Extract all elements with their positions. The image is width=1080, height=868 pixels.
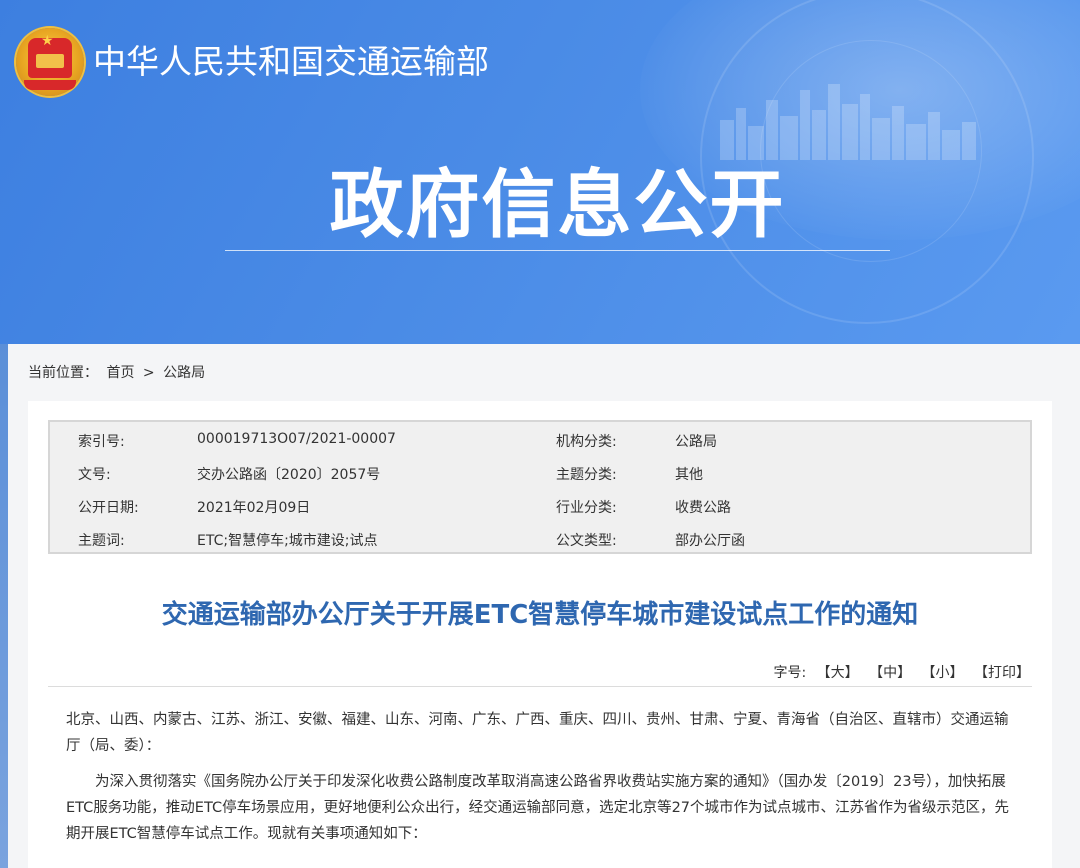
meta-key: 索引号: bbox=[78, 434, 125, 450]
article-panel: 索引号: 000019713O07/2021-00007 机构分类: 公路局 文… bbox=[28, 401, 1052, 868]
font-small-button[interactable]: 【小】 bbox=[922, 665, 964, 681]
meta-value: 部办公厅函 bbox=[675, 533, 745, 549]
meta-key: 主题词: bbox=[78, 533, 125, 549]
meta-key: 文号: bbox=[78, 467, 111, 483]
national-emblem-logo[interactable]: ★ bbox=[16, 28, 84, 96]
city-skyline-illustration bbox=[720, 84, 976, 160]
meta-value: 其他 bbox=[675, 467, 703, 483]
meta-value: 交办公路函〔2020〕2057号 bbox=[197, 467, 381, 483]
breadcrumb-current-link[interactable]: 公路局 bbox=[163, 365, 205, 381]
article-paragraph: 为深入贯彻落实《国务院办公厅关于印发深化收费公路制度改革取消高速公路省界收费站实… bbox=[66, 774, 1010, 842]
article-title: 交通运输部办公厅关于开展ETC智慧停车城市建设试点工作的通知 bbox=[161, 600, 919, 630]
font-size-label: 字号: bbox=[773, 665, 807, 681]
breadcrumb-label: 当前位置： bbox=[28, 365, 98, 381]
font-medium-button[interactable]: 【中】 bbox=[869, 665, 911, 681]
site-title[interactable]: 中华人民共和国交通运输部 bbox=[93, 40, 489, 84]
meta-value: 收费公路 bbox=[675, 500, 731, 516]
meta-key: 行业分类: bbox=[556, 500, 617, 516]
meta-key: 公文类型: bbox=[556, 533, 617, 549]
breadcrumb-home-link[interactable]: 首页 bbox=[106, 365, 134, 381]
meta-value: 公路局 bbox=[675, 434, 717, 450]
header-banner: ★ 中华人民共和国交通运输部 政府信息公开 bbox=[0, 0, 1080, 344]
font-large-button[interactable]: 【大】 bbox=[817, 665, 859, 681]
left-decor-strip bbox=[0, 344, 8, 868]
section-title: 政府信息公开 bbox=[329, 162, 786, 248]
meta-row: 索引号: 000019713O07/2021-00007 机构分类: 公路局 bbox=[50, 422, 1030, 455]
article-paragraph: 北京、山西、内蒙古、江苏、浙江、安徽、福建、山东、河南、广东、广西、重庆、四川、… bbox=[66, 712, 1009, 754]
meta-key: 机构分类: bbox=[556, 434, 617, 450]
meta-row: 主题词: ETC;智慧停车;城市建设;试点 公文类型: 部办公厅函 bbox=[50, 521, 1030, 554]
meta-row: 公开日期: 2021年02月09日 行业分类: 收费公路 bbox=[50, 488, 1030, 521]
document-metadata-table: 索引号: 000019713O07/2021-00007 机构分类: 公路局 文… bbox=[48, 420, 1032, 554]
meta-value: 2021年02月09日 bbox=[197, 500, 311, 516]
content-divider bbox=[48, 686, 1032, 687]
meta-value: ETC;智慧停车;城市建设;试点 bbox=[197, 533, 378, 549]
title-underline bbox=[225, 250, 890, 251]
meta-value: 000019713O07/2021-00007 bbox=[197, 431, 396, 447]
meta-key: 公开日期: bbox=[78, 500, 139, 516]
article-body: 北京、山西、内蒙古、江苏、浙江、安徽、福建、山东、河南、广东、广西、重庆、四川、… bbox=[66, 707, 1016, 857]
breadcrumb-separator: > bbox=[142, 365, 155, 381]
print-button[interactable]: 【打印】 bbox=[974, 665, 1030, 681]
meta-key: 主题分类: bbox=[556, 467, 617, 483]
meta-row: 文号: 交办公路函〔2020〕2057号 主题分类: 其他 bbox=[50, 455, 1030, 488]
breadcrumb: 当前位置： 首页 > 公路局 bbox=[28, 364, 209, 382]
font-size-toolbar: 字号: 【大】 【中】 【小】 【打印】 bbox=[773, 662, 1030, 682]
